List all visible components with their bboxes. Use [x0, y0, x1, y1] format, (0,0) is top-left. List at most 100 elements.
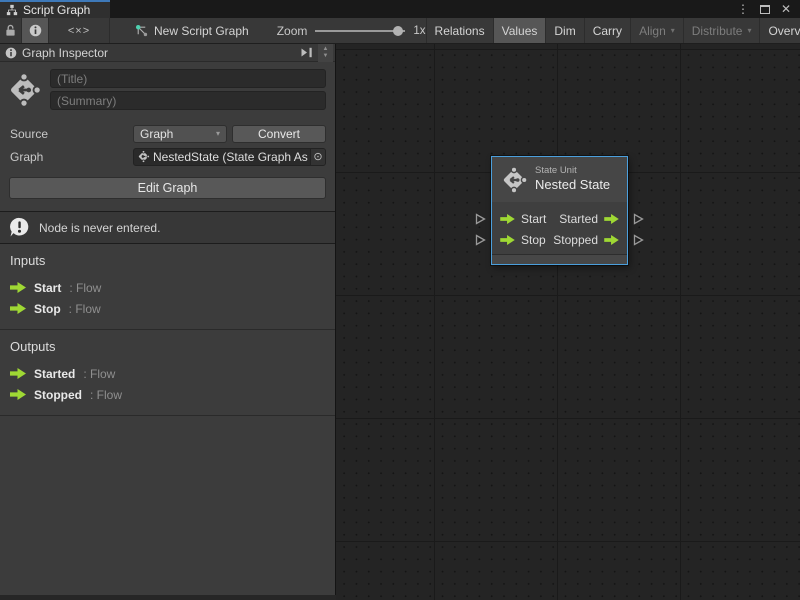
inspector-header: Graph Inspector ▲ ▼ [0, 44, 335, 62]
inspector-column: Graph Inspector ▲ ▼ Source Graph [0, 44, 336, 600]
state-unit-icon [500, 166, 528, 194]
connection-port-triangle[interactable] [475, 234, 486, 246]
port-row-start: Start : Flow [10, 277, 325, 298]
title-field[interactable] [50, 69, 326, 88]
flow-arrow-icon [10, 389, 26, 400]
graph-inspector-panel: Graph Inspector ▲ ▼ Source Graph [0, 44, 336, 595]
chevron-down-icon: ▾ [747, 26, 751, 35]
node-port-row: Start Started [500, 208, 619, 229]
scroll-down-icon[interactable]: ▼ [323, 53, 329, 60]
edit-source-button[interactable]: <×> [49, 18, 110, 43]
connection-port-triangle[interactable] [475, 213, 486, 225]
flow-arrow-icon [10, 303, 26, 314]
graph-label: Graph [10, 150, 133, 164]
state-unit-icon [6, 72, 42, 108]
chevron-down-icon: ▾ [216, 129, 220, 138]
node-body: Start Started Stop Stopped [492, 202, 627, 254]
port-type: : Flow [83, 367, 115, 381]
inspector-toggle-button[interactable] [22, 18, 49, 43]
zoom-slider-track [315, 30, 405, 32]
close-icon[interactable]: ✕ [781, 2, 791, 16]
info-icon [29, 24, 42, 37]
zoom-label: Zoom [277, 24, 308, 38]
info-icon [5, 47, 17, 59]
graph-canvas[interactable]: State Unit Nested State Start Started [336, 44, 800, 600]
connection-port-triangle[interactable] [633, 213, 644, 225]
more-options-icon[interactable]: ⋮ [737, 2, 749, 16]
source-row: Source Graph ▾ Convert [10, 124, 326, 143]
flow-arrow-icon [604, 214, 619, 224]
port-name: Start [34, 281, 61, 295]
state-unit-node[interactable]: State Unit Nested State Start Started [491, 156, 628, 265]
state-graph-asset-icon [137, 150, 150, 163]
toolbar-button-overview[interactable]: Overview [759, 18, 800, 43]
toolbar-left-group: <×> [0, 18, 110, 43]
warning-bubble-icon [9, 217, 30, 238]
button-label: Values [502, 24, 538, 38]
node-input-port[interactable]: Stop [500, 233, 546, 247]
lock-button[interactable] [0, 18, 22, 43]
node-kind: State Unit [535, 165, 610, 177]
flow-arrow-icon [10, 368, 26, 379]
unit-fields [50, 69, 326, 110]
edit-graph-button[interactable]: Edit Graph [9, 177, 326, 199]
lock-icon [5, 24, 16, 37]
port-name: Started [34, 367, 75, 381]
object-picker-icon[interactable]: ⊙ [310, 149, 325, 165]
port-row-stop: Stop : Flow [10, 298, 325, 319]
flow-arrow-icon [604, 235, 619, 245]
warning-box: Node is never entered. [0, 211, 335, 244]
port-name: Stop [34, 302, 61, 316]
port-row-stopped: Stopped : Flow [10, 384, 325, 405]
zoom-slider[interactable] [315, 18, 405, 44]
flow-arrow-icon [10, 282, 26, 293]
main-area: Graph Inspector ▲ ▼ Source Graph [0, 44, 800, 600]
graph-object-value: NestedState (State Graph As [153, 150, 310, 164]
tab-script-graph[interactable]: Script Graph [0, 0, 110, 18]
unit-summary-block [0, 62, 335, 116]
flow-arrow-icon [500, 235, 515, 245]
node-port-row: Stop Stopped [500, 229, 619, 250]
node-header-text: State Unit Nested State [535, 165, 610, 193]
port-type: : Flow [90, 388, 122, 402]
graph-object-field[interactable]: NestedState (State Graph As ⊙ [133, 148, 326, 166]
port-label: Stop [521, 233, 546, 247]
toolbar-button-align: Align▾ [630, 18, 683, 43]
zoom-value: 1x [413, 25, 425, 37]
convert-button[interactable]: Convert [232, 125, 326, 143]
inputs-heading: Inputs [10, 253, 325, 268]
button-label: Carry [593, 24, 622, 38]
zoom-control: Zoom 1x [277, 18, 426, 43]
graph-node-icon [134, 23, 149, 38]
inputs-section: Inputs Start : Flow Stop : Flow [0, 244, 335, 330]
new-script-graph-button[interactable]: New Script Graph [126, 18, 257, 43]
chevron-down-icon: ▾ [671, 26, 675, 35]
node-header[interactable]: State Unit Nested State [492, 157, 627, 202]
zoom-slider-thumb[interactable] [393, 26, 403, 36]
dock-panel-icon[interactable] [300, 47, 313, 58]
edit-graph-label: Edit Graph [138, 181, 198, 195]
port-label: Stopped [553, 233, 598, 247]
toolbar-button-distribute: Distribute▾ [683, 18, 760, 43]
warning-text: Node is never entered. [39, 221, 160, 235]
tab-bar: Script Graph ⋮ ✕ [0, 0, 800, 18]
node-input-port[interactable]: Start [500, 212, 546, 226]
flow-arrow-icon [500, 214, 515, 224]
node-output-port[interactable]: Stopped [553, 233, 619, 247]
summary-field[interactable] [50, 91, 326, 110]
inspector-empty-area [0, 416, 335, 595]
panel-scroll-buttons[interactable]: ▲ ▼ [318, 44, 333, 62]
convert-button-label: Convert [258, 127, 300, 141]
toolbar-button-values[interactable]: Values [493, 18, 546, 43]
scroll-up-icon[interactable]: ▲ [323, 46, 329, 53]
source-label: Source [10, 127, 133, 141]
toolbar-button-carry[interactable]: Carry [584, 18, 630, 43]
connection-port-triangle[interactable] [633, 234, 644, 246]
button-label: Relations [435, 24, 485, 38]
maximize-icon[interactable] [760, 5, 770, 14]
source-dropdown[interactable]: Graph ▾ [133, 125, 227, 143]
toolbar-button-relations[interactable]: Relations [426, 18, 493, 43]
toolbar-button-dim[interactable]: Dim [545, 18, 583, 43]
button-label: Dim [554, 24, 575, 38]
node-output-port[interactable]: Started [559, 212, 619, 226]
